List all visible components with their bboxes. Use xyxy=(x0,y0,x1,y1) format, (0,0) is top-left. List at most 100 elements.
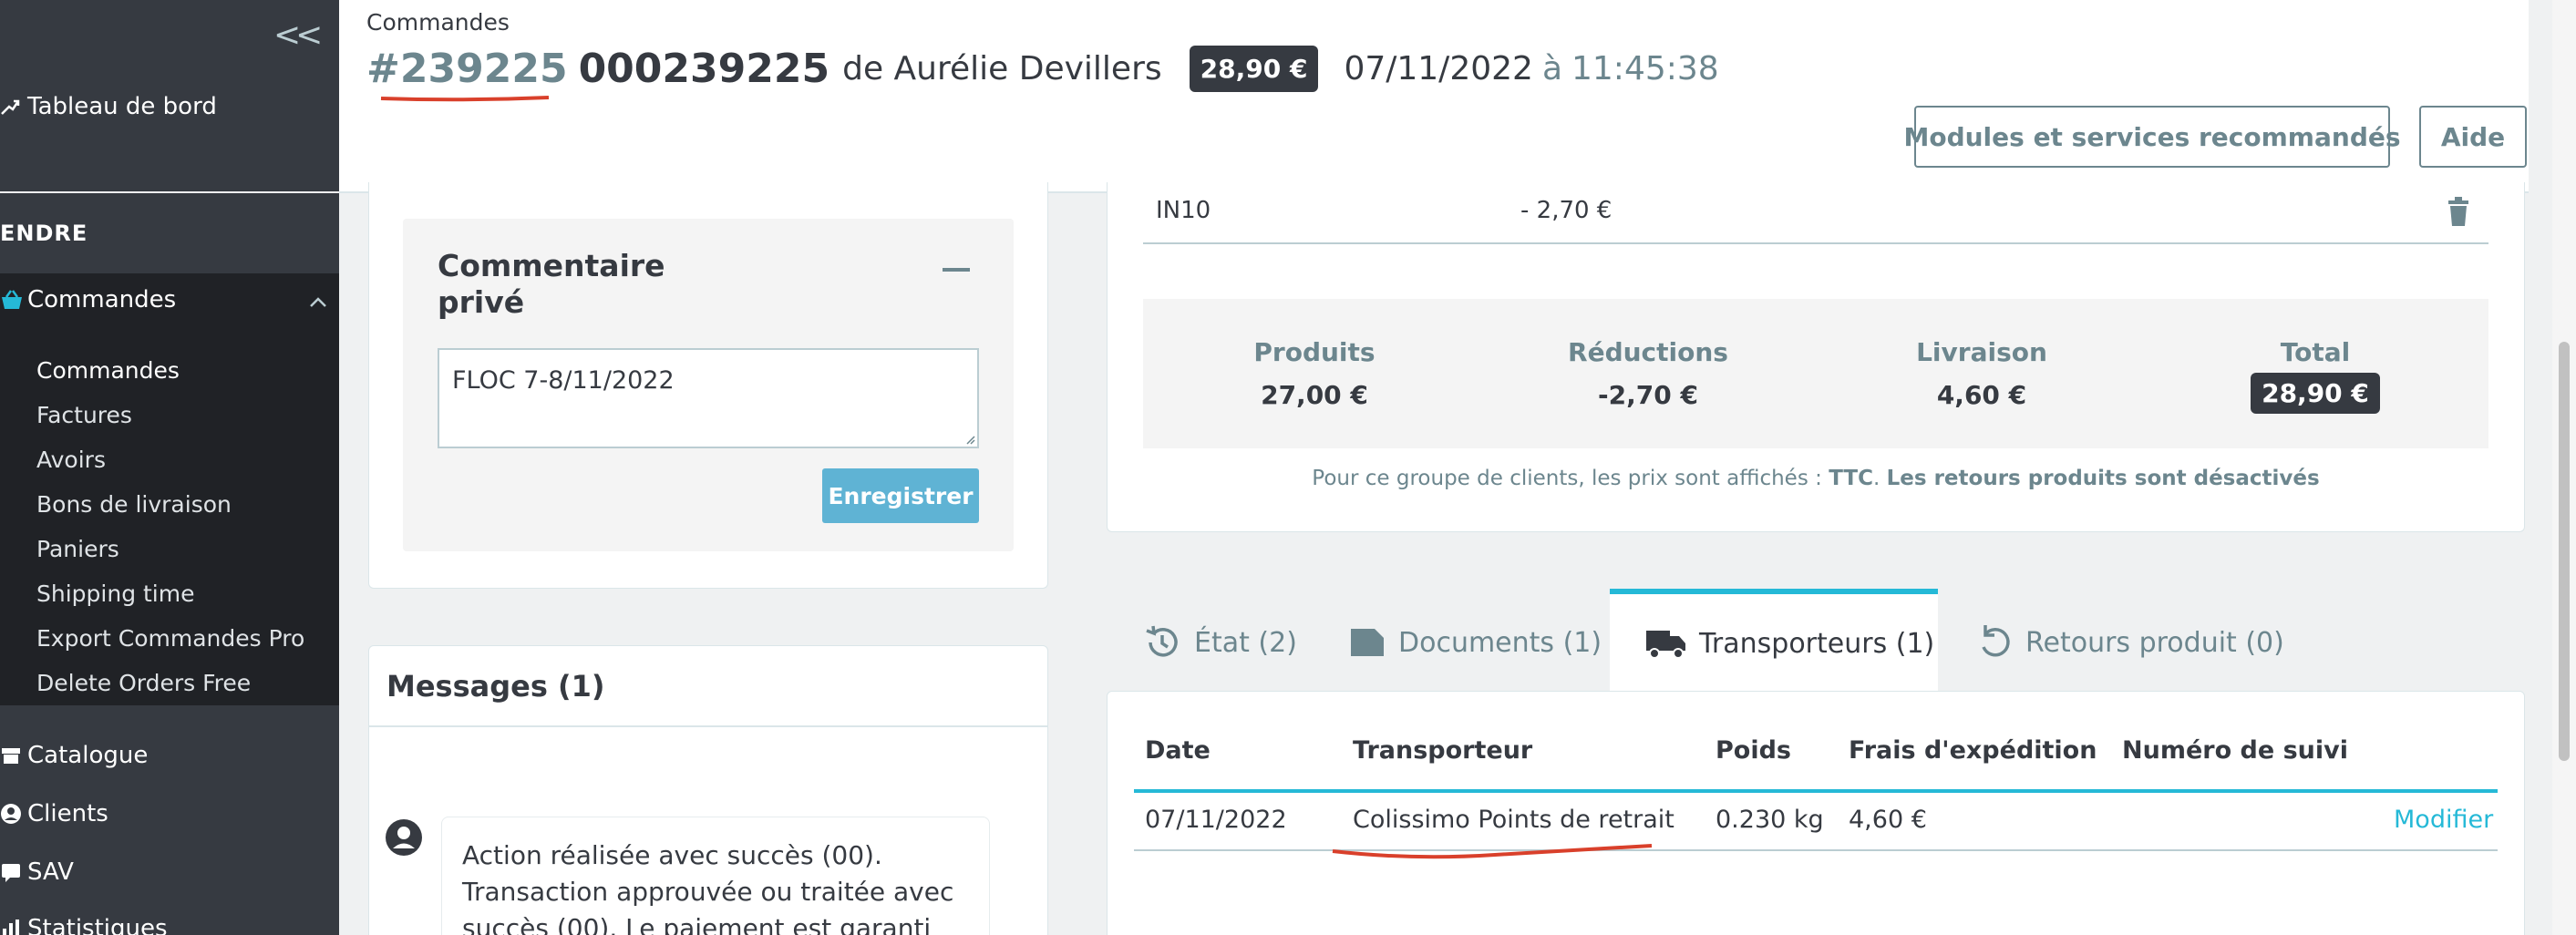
sidebar-item-stats[interactable]: Statistiques xyxy=(0,915,168,935)
column-header-shipping-cost: Frais d'expédition xyxy=(1849,736,2097,765)
table-header-rule xyxy=(1134,789,2498,793)
shipping-value: 4,60 € xyxy=(1936,380,2027,410)
sidebar-subitem-credit-slips[interactable]: Avoirs xyxy=(36,447,106,473)
sidebar-subitem-orders[interactable]: Commandes xyxy=(36,357,180,384)
save-comment-button[interactable]: Enregistrer xyxy=(822,468,979,523)
order-at: à xyxy=(1541,50,1562,87)
reductions-label: Réductions xyxy=(1568,337,1728,367)
sidebar-item-label: Clients xyxy=(27,800,108,827)
edit-carrier-link[interactable]: Modifier xyxy=(2394,806,2493,834)
order-number: 000239225 xyxy=(578,46,830,92)
trending-icon xyxy=(0,96,27,118)
sidebar-item-label: Statistiques xyxy=(27,915,168,935)
summary-total: Total 28,90 € xyxy=(2179,337,2452,414)
sidebar-subitem-shipping-time[interactable]: Shipping time xyxy=(36,581,195,607)
products-label: Produits xyxy=(1253,337,1376,367)
resize-handle-icon[interactable] xyxy=(963,432,975,445)
trash-icon[interactable] xyxy=(2447,197,2470,226)
page-scrollbar[interactable] xyxy=(2552,0,2576,935)
products-value: 27,00 € xyxy=(1261,380,1368,410)
note-ttc: TTC xyxy=(1829,467,1873,490)
chart-icon xyxy=(0,918,27,935)
tab-label: Retours produit (0) xyxy=(2025,626,2284,659)
tab-documents[interactable]: Documents (1) xyxy=(1349,592,1602,693)
user-avatar-icon xyxy=(386,819,422,856)
sidebar-item-label: SAV xyxy=(27,858,74,886)
column-header-tracking: Numéro de suivi xyxy=(2122,736,2348,765)
collapse-menu-icon[interactable]: << xyxy=(273,16,323,54)
carrier-row-cost: 4,60 € xyxy=(1849,806,1927,834)
total-value-badge: 28,90 € xyxy=(2251,373,2380,414)
note-returns: Les retours produits sont désactivés xyxy=(1886,467,2320,490)
tab-label: Transporteurs (1) xyxy=(1699,627,1935,660)
messages-divider xyxy=(368,725,1048,727)
total-label: Total xyxy=(2280,337,2351,367)
carrier-row-name: Colissimo Points de retrait xyxy=(1353,806,1674,834)
chat-icon xyxy=(0,861,27,883)
sidebar-subitem-invoices[interactable]: Factures xyxy=(36,402,132,428)
sidebar-item-label: Tableau de bord xyxy=(27,93,217,120)
note-separator: . xyxy=(1873,467,1887,490)
discount-divider xyxy=(1143,242,2488,244)
message-bubble: Action réalisée avec succès (00). Transa… xyxy=(441,817,990,935)
recommended-modules-button[interactable]: Modules et services recommandés xyxy=(1903,106,2401,168)
column-header-weight: Poids xyxy=(1716,736,1791,765)
private-comment-textarea[interactable]: FLOC 7-8/11/2022 xyxy=(438,348,979,448)
summary-reductions: Réductions -2,70 € xyxy=(1511,337,1785,410)
sidebar-item-dashboard[interactable]: Tableau de bord xyxy=(0,93,217,120)
sidebar: << Tableau de bord ENDRE Commandes Comma… xyxy=(0,0,339,935)
page-title: #239225 000239225 de Aurélie Devillers 2… xyxy=(366,46,1719,92)
history-icon xyxy=(1146,625,1178,657)
sidebar-item-orders[interactable]: Commandes xyxy=(0,286,339,313)
discount-code: IN10 xyxy=(1156,197,1211,224)
column-header-carrier: Transporteur xyxy=(1353,736,1533,765)
sidebar-subitem-export-orders[interactable]: Export Commandes Pro xyxy=(36,625,304,652)
summary-products: Produits 27,00 € xyxy=(1178,337,1451,410)
sidebar-item-label: Commandes xyxy=(27,286,177,313)
store-icon xyxy=(0,745,27,766)
reductions-value: -2,70 € xyxy=(1598,380,1698,410)
tab-returns[interactable]: Retours produit (0) xyxy=(1976,592,2284,693)
messages-title: Messages (1) xyxy=(386,669,605,704)
private-comment-value: FLOC 7-8/11/2022 xyxy=(452,366,675,395)
chevron-up-icon xyxy=(308,290,328,317)
note-prefix: Pour ce groupe de clients, les prix sont… xyxy=(1312,467,1829,490)
carrier-row-date: 07/11/2022 xyxy=(1145,806,1287,834)
document-icon xyxy=(1351,629,1384,656)
basket-icon xyxy=(0,288,27,312)
sidebar-item-clients[interactable]: Clients xyxy=(0,800,108,827)
truck-icon xyxy=(1646,631,1685,659)
sidebar-subitem-delete-orders[interactable]: Delete Orders Free xyxy=(36,670,251,696)
sidebar-item-sav[interactable]: SAV xyxy=(0,858,74,886)
discount-value: - 2,70 € xyxy=(1520,197,1613,224)
collapse-minus-icon[interactable] xyxy=(943,268,970,272)
tab-carriers[interactable]: Transporteurs (1) xyxy=(1610,589,1938,693)
sidebar-subitem-carts[interactable]: Paniers xyxy=(36,536,119,562)
red-underline-annotation xyxy=(1332,844,1653,859)
sidebar-divider xyxy=(0,191,339,193)
scrollbar-thumb[interactable] xyxy=(2559,342,2570,761)
tab-label: État (2) xyxy=(1194,626,1297,659)
order-total-badge: 28,90 € xyxy=(1189,46,1319,92)
tab-label: Documents (1) xyxy=(1398,626,1602,659)
order-time: 11:45:38 xyxy=(1571,50,1719,87)
sidebar-item-label: Catalogue xyxy=(27,742,149,769)
tab-status[interactable]: État (2) xyxy=(1143,592,1297,693)
red-underline-annotation xyxy=(380,96,550,102)
carrier-row-weight: 0.230 kg xyxy=(1716,806,1824,834)
summary-shipping: Livraison 4,60 € xyxy=(1845,337,2118,410)
user-circle-icon xyxy=(0,803,27,825)
order-reference: #239225 xyxy=(366,46,568,92)
order-date: 07/11/2022 xyxy=(1344,50,1533,87)
private-comment-title: Commentaire privé xyxy=(438,248,665,320)
shipping-label: Livraison xyxy=(1916,337,2047,367)
return-icon xyxy=(1982,625,2010,657)
sidebar-item-catalog[interactable]: Catalogue xyxy=(0,742,148,769)
help-button[interactable]: Aide xyxy=(2419,106,2527,168)
sidebar-section-title: ENDRE xyxy=(0,221,88,246)
breadcrumb[interactable]: Commandes xyxy=(366,9,510,36)
order-customer: de Aurélie Devillers xyxy=(842,50,1162,87)
sidebar-subitem-delivery-slips[interactable]: Bons de livraison xyxy=(36,491,232,518)
price-display-note: Pour ce groupe de clients, les prix sont… xyxy=(1143,467,2488,490)
page-header: Commandes #239225 000239225 de Aurélie D… xyxy=(339,0,2529,193)
